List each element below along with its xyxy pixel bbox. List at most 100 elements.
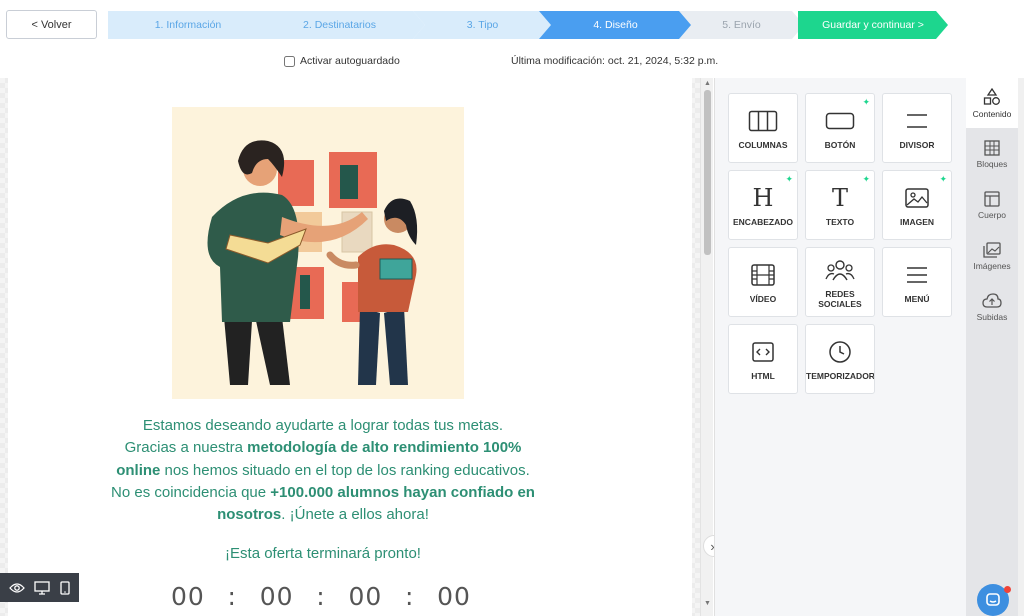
tile-label: ENCABEZADO: [733, 217, 793, 227]
tile-label: MENÚ: [904, 294, 930, 304]
step-destinatarios[interactable]: 2. Destinatarios: [254, 11, 425, 39]
body-line-2: Gracias a nuestra: [124, 439, 248, 457]
step-label: 4. Diseño: [593, 19, 638, 31]
rail-label: Imágenes: [973, 260, 1011, 271]
scroll-down-icon[interactable]: ▼: [704, 600, 711, 607]
step-label: 2. Destinatarios: [303, 19, 376, 31]
sparkle-icon: ✦: [862, 97, 870, 107]
rail-cuerpo[interactable]: Cuerpo: [966, 180, 1018, 230]
tile-menu[interactable]: MENÚ: [882, 247, 952, 317]
layout-icon: [984, 190, 1000, 207]
step-diseno[interactable]: 4. Diseño: [539, 11, 692, 39]
rail-bloques[interactable]: Bloques: [966, 129, 1018, 179]
image-icon: [905, 183, 929, 213]
body-line-4: No es coincidencia que: [111, 483, 271, 501]
desktop-icon[interactable]: [34, 580, 51, 595]
step-informacion[interactable]: 1. Información: [108, 11, 268, 39]
design-canvas[interactable]: Estamos deseando ayudarte a lograr todas…: [0, 78, 700, 616]
rail-label: Contenido: [972, 108, 1012, 119]
autosave-label: Activar autoguardado: [300, 55, 400, 67]
tile-divisor[interactable]: DIVISOR: [882, 93, 952, 163]
timer-days: 00: [171, 582, 205, 611]
save-continue-label: Guardar y continuar >: [822, 19, 924, 31]
tile-imagen[interactable]: ✦ IMAGEN: [882, 170, 952, 240]
step-label: 3. Tipo: [466, 19, 499, 31]
sparkle-icon: ✦: [939, 174, 947, 184]
social-icon: [825, 255, 855, 285]
scroll-thumb[interactable]: [704, 90, 711, 255]
images-icon: [983, 241, 1001, 258]
html-icon: [752, 337, 774, 367]
sparkle-icon: ✦: [862, 174, 870, 184]
blocks-icon: [984, 139, 1000, 156]
right-rail: Contenido Bloques Cuerpo Imágenes Subida…: [966, 78, 1018, 616]
timer-separator: :: [227, 582, 237, 611]
back-button[interactable]: < Volver: [6, 10, 97, 39]
tile-label: HTML: [751, 371, 775, 381]
rail-contenido[interactable]: Contenido: [966, 78, 1018, 128]
top-stepper-bar: < Volver 1. Información 2. Destinatarios…: [0, 0, 1024, 50]
save-continue-button[interactable]: Guardar y continuar >: [798, 11, 948, 39]
tile-boton[interactable]: ✦ BOTÓN: [805, 93, 875, 163]
cloud-upload-icon: [982, 292, 1002, 308]
text-icon: T: [831, 184, 848, 212]
scroll-up-icon[interactable]: ▲: [704, 80, 711, 87]
tile-label: VÍDEO: [749, 294, 777, 304]
hero-image[interactable]: [172, 107, 464, 399]
tile-html[interactable]: HTML: [728, 324, 798, 394]
chat-icon: [986, 593, 1000, 606]
tile-columnas[interactable]: COLUMNAS: [728, 93, 798, 163]
timer-minutes: 00: [348, 582, 383, 611]
timer-seconds: 00: [437, 582, 471, 611]
window-edge: [1018, 78, 1024, 616]
timer-icon: [828, 337, 852, 367]
preview-toolbar: [0, 573, 79, 602]
tile-label: TEXTO: [825, 217, 855, 227]
shapes-icon: [983, 87, 1000, 105]
video-icon: [751, 260, 775, 290]
last-modified-text: Última modificación: oct. 21, 2024, 5:32…: [511, 55, 719, 67]
heading-icon: H: [752, 184, 774, 212]
tile-texto[interactable]: ✦ T TEXTO: [805, 170, 875, 240]
tile-temporizador[interactable]: TEMPORIZADOR: [805, 324, 875, 394]
step-envio[interactable]: 5. Envío: [679, 11, 804, 39]
step-label: 1. Información: [154, 19, 222, 31]
step-label: 5. Envío: [722, 19, 761, 31]
button-icon: [825, 106, 855, 136]
tile-label: REDES SOCIALES: [818, 289, 862, 309]
timer-separator: :: [316, 582, 326, 611]
tile-label: TEMPORIZADOR: [806, 371, 874, 381]
columns-icon: [748, 106, 778, 136]
tile-label: DIVISOR: [899, 140, 935, 150]
email-preview: Estamos deseando ayudarte a lograr todas…: [8, 78, 692, 616]
divider-icon: [906, 106, 928, 136]
rail-label: Cuerpo: [978, 209, 1006, 220]
tile-video[interactable]: VÍDEO: [728, 247, 798, 317]
tile-label: IMAGEN: [900, 217, 934, 227]
teacher-student-illustration: [207, 140, 418, 385]
tile-encabezado[interactable]: ✦ H ENCABEZADO: [728, 170, 798, 240]
menu-icon: [906, 260, 928, 290]
timer-hours: 00: [259, 582, 294, 611]
body-line-1: Estamos deseando ayudarte a lograr todas…: [142, 417, 504, 434]
rail-subidas[interactable]: Subidas: [966, 282, 1018, 332]
autosave-checkbox[interactable]: [284, 55, 295, 67]
offer-text[interactable]: ¡Esta oferta terminará pronto!: [108, 545, 538, 562]
email-body-text[interactable]: Estamos deseando ayudarte a lograr todas…: [108, 415, 538, 526]
tile-redes-sociales[interactable]: REDES SOCIALES: [805, 247, 875, 317]
editor-subbar: Activar autoguardado Última modificación…: [0, 50, 1024, 78]
rail-label: Bloques: [976, 158, 1008, 169]
rail-imagenes[interactable]: Imágenes: [966, 231, 1018, 281]
tile-label: BOTÓN: [824, 140, 856, 150]
step-tipo[interactable]: 3. Tipo: [413, 11, 552, 39]
notification-dot: [1004, 586, 1011, 593]
body-line-5: . ¡Únete a ellos ahora!: [281, 506, 429, 524]
sparkle-icon: ✦: [785, 174, 793, 184]
content-panel: COLUMNAS ✦ BOTÓN DIVISOR ✦ H ENCABEZADO …: [714, 78, 966, 616]
autosave-toggle[interactable]: Activar autoguardado: [284, 55, 400, 67]
countdown-timer[interactable]: 00 : 00 : 00 : 00: [171, 582, 471, 611]
body-line-3: nos hemos situado en el top de los ranki…: [160, 461, 530, 479]
eye-icon[interactable]: [8, 582, 25, 594]
mobile-icon[interactable]: [60, 580, 70, 595]
tile-label: COLUMNAS: [738, 140, 788, 150]
